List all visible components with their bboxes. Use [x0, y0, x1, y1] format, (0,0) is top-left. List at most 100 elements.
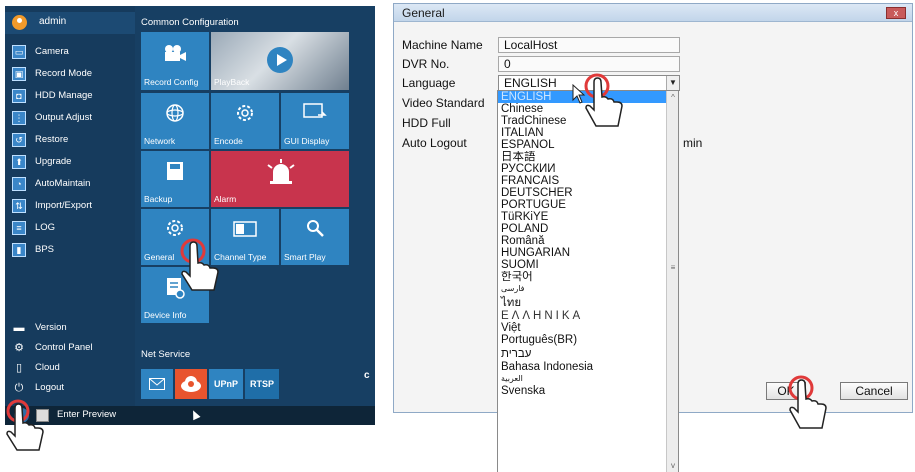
language-option[interactable]: 한국어	[498, 271, 678, 283]
language-option[interactable]: Việt	[498, 322, 678, 334]
restore-icon: ↺	[12, 133, 26, 147]
language-option[interactable]: 日本語	[498, 151, 678, 163]
menu-item-output-adjust[interactable]: ⋮ Output Adjust	[5, 108, 135, 128]
language-option[interactable]: HUNGARIAN	[498, 247, 678, 259]
tile-label: Device Info	[144, 310, 187, 320]
machine-name-input[interactable]: LocalHost	[498, 37, 680, 53]
chevron-down-icon[interactable]: ▼	[666, 76, 679, 90]
tile-encode[interactable]: Encode	[211, 93, 279, 149]
menu-item-record-mode[interactable]: ▣ Record Mode	[5, 64, 135, 84]
tile-label: Encode	[214, 136, 243, 146]
control-panel-icon: ⚙	[14, 342, 24, 354]
menu-item-label: Control Panel	[35, 342, 93, 353]
email-button[interactable]	[141, 369, 173, 399]
language-dropdown-list[interactable]: ENGLISH Chinese TradChinese ITALIAN ESPA…	[497, 90, 679, 472]
hand-pointer-icon	[584, 73, 623, 127]
menu-item-label: Import/Export	[35, 200, 93, 211]
video-camera-icon	[165, 45, 186, 61]
dvr-no-input[interactable]: 0	[498, 56, 680, 72]
email-icon	[149, 378, 165, 390]
menu-item-label: Version	[35, 322, 67, 333]
tile-label: Record Config	[144, 77, 199, 87]
language-option[interactable]: العربية	[498, 373, 678, 385]
language-option[interactable]: Svenska	[498, 385, 678, 397]
language-option[interactable]: Română	[498, 235, 678, 247]
close-button[interactable]: x	[886, 7, 906, 19]
user-avatar-icon	[12, 15, 27, 30]
menu-item-label: LOG	[35, 222, 56, 233]
tile-smart-play[interactable]: Smart Play	[281, 209, 349, 265]
ftp-button[interactable]	[175, 369, 207, 399]
hdd-icon: ◘	[12, 89, 26, 103]
language-option[interactable]: ไทย	[498, 295, 678, 310]
language-option[interactable]: עברית	[498, 346, 678, 361]
tile-network[interactable]: Network	[141, 93, 209, 149]
dropdown-scrollbar[interactable]: ^ ≡ v	[666, 91, 678, 472]
language-option[interactable]: РУССКИЙ	[498, 163, 678, 175]
menu-item-label: Cloud	[35, 362, 60, 373]
menu-item-import-export[interactable]: ⇅ Import/Export	[5, 196, 135, 216]
cancel-button[interactable]: Cancel	[840, 382, 908, 400]
menu-item-control-panel[interactable]: ⚙ Control Panel	[5, 339, 135, 357]
language-option[interactable]: Bahasa Indonesia	[498, 361, 678, 373]
scroll-up-icon[interactable]: ^	[668, 93, 678, 102]
taskbar: Enter Preview	[5, 406, 375, 425]
version-icon: ▬	[13, 322, 25, 334]
menu-item-cloud[interactable]: ▯ Cloud	[5, 359, 135, 377]
upnp-button[interactable]: UPnP	[209, 369, 243, 399]
tile-backup[interactable]: Backup	[141, 151, 209, 207]
bps-icon: ▮	[12, 243, 26, 257]
net-service-title: Net Service	[141, 349, 191, 360]
menu-item-label: Record Mode	[35, 68, 93, 79]
auto-logout-label: Auto Logout	[402, 136, 467, 150]
language-option[interactable]: فارسی	[498, 283, 678, 295]
dialog-title-bar[interactable]: General x	[394, 4, 912, 22]
scroll-thumb-icon[interactable]: ≡	[668, 263, 678, 272]
ftp-cloud-icon	[181, 376, 201, 392]
menu-item-upgrade[interactable]: ⬆ Upgrade	[5, 152, 135, 172]
language-option[interactable]: Português(BR)	[498, 334, 678, 346]
menu-item-camera[interactable]: ▭ Camera	[5, 42, 135, 62]
language-option[interactable]: PORTUGUÊ	[498, 199, 678, 211]
menu-item-logout[interactable]: ⏻ Logout	[5, 379, 135, 397]
auto-logout-unit: min	[683, 136, 703, 150]
user-row[interactable]: admin	[5, 12, 135, 34]
menu-item-version[interactable]: ▬ Version	[5, 319, 135, 337]
language-option[interactable]: TüRKiYE	[498, 211, 678, 223]
log-icon: ≡	[12, 221, 26, 235]
tile-playback[interactable]: PlayBack	[211, 32, 349, 90]
import-export-icon: ⇅	[12, 199, 26, 213]
menu-item-hdd-manage[interactable]: ◘ HDD Manage	[5, 86, 135, 106]
tile-label: Alarm	[214, 194, 237, 204]
language-option[interactable]: POLAND	[498, 223, 678, 235]
rtsp-button[interactable]: RTSP	[245, 369, 279, 399]
side-letter: c	[364, 370, 370, 381]
main-menu-panel: admin ▭ Camera ▣ Record Mode ◘ HDD Manag…	[5, 6, 375, 425]
tile-label: PlayBack	[214, 77, 250, 87]
menu-item-log[interactable]: ≡ LOG	[5, 218, 135, 238]
menu-item-label: Restore	[35, 134, 69, 145]
menu-item-label: Output Adjust	[35, 112, 93, 123]
language-option[interactable]: ESPAÑOL	[498, 139, 678, 151]
menu-item-label: BPS	[35, 244, 55, 255]
language-option[interactable]: DEUTSCHER	[498, 187, 678, 199]
language-option[interactable]: SUOMI	[498, 259, 678, 271]
language-selected-value: ENGLISH	[504, 76, 557, 90]
scroll-down-icon[interactable]: v	[668, 461, 678, 470]
enter-preview-button[interactable]: Enter Preview	[57, 409, 116, 420]
language-option[interactable]: ΕΛΛΗΝΙΚΑ	[498, 310, 678, 322]
menu-item-automaintain[interactable]: ◔ AutoMaintain	[5, 174, 135, 194]
search-icon	[307, 220, 324, 237]
tile-label: General	[144, 252, 175, 262]
tile-record-config[interactable]: Record Config	[141, 32, 209, 90]
menu-item-bps[interactable]: ▮ BPS	[5, 240, 135, 260]
language-option[interactable]: FRANCAIS	[498, 175, 678, 187]
tile-alarm[interactable]: Alarm	[211, 151, 349, 207]
logout-icon: ⏻	[14, 382, 24, 394]
machine-name-label: Machine Name	[402, 38, 483, 52]
menu-item-restore[interactable]: ↺ Restore	[5, 130, 135, 150]
tile-gui-display[interactable]: GUI Display	[281, 93, 349, 149]
hand-pointer-icon	[180, 238, 219, 291]
record-mode-icon: ▣	[12, 67, 26, 81]
automaintain-icon: ◔	[12, 177, 26, 191]
